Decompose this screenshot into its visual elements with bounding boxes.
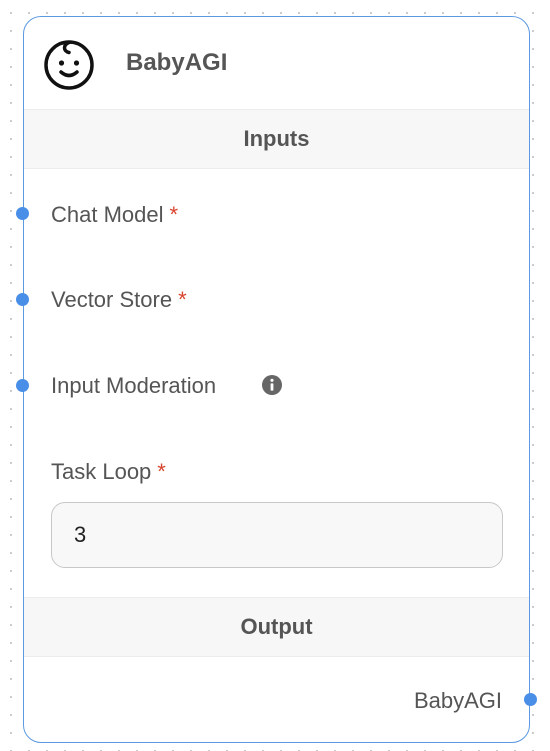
babyagi-output-handle[interactable] [524, 693, 537, 706]
node-title: BabyAGI [126, 49, 228, 76]
vector-store-param: Vector Store * [51, 287, 187, 313]
chat-model-param: Chat Model * [51, 202, 178, 228]
chat-model-label: Chat Model [51, 202, 164, 227]
output-section-header: Output [24, 597, 529, 657]
required-asterisk: * [178, 287, 187, 312]
input-moderation-param: Input Moderation [51, 373, 216, 399]
output-label: BabyAGI [413, 688, 502, 713]
inputs-section-header: Inputs [24, 109, 529, 169]
input-moderation-label: Input Moderation [51, 373, 217, 398]
vector-store-input-handle[interactable] [16, 293, 29, 306]
babyagi-node[interactable]: BabyAGI Inputs Chat Model * Vector Store *… [16, 16, 537, 743]
baby-face-icon [44, 40, 94, 90]
info-icon[interactable] [261, 374, 283, 396]
required-asterisk: * [157, 459, 166, 484]
vector-store-label: Vector Store [51, 287, 173, 312]
task-loop-label: Task Loop [51, 459, 152, 484]
chat-model-input-handle[interactable] [16, 207, 29, 220]
task-loop-input[interactable] [51, 502, 503, 568]
required-asterisk: * [169, 202, 179, 227]
task-loop-param: Task Loop * [51, 459, 166, 485]
flow-canvas[interactable]: BabyAGI Inputs Chat Model * Vector Store *… [0, 0, 550, 751]
node-header: BabyAGI [24, 17, 529, 109]
input-moderation-input-handle[interactable] [16, 379, 29, 392]
